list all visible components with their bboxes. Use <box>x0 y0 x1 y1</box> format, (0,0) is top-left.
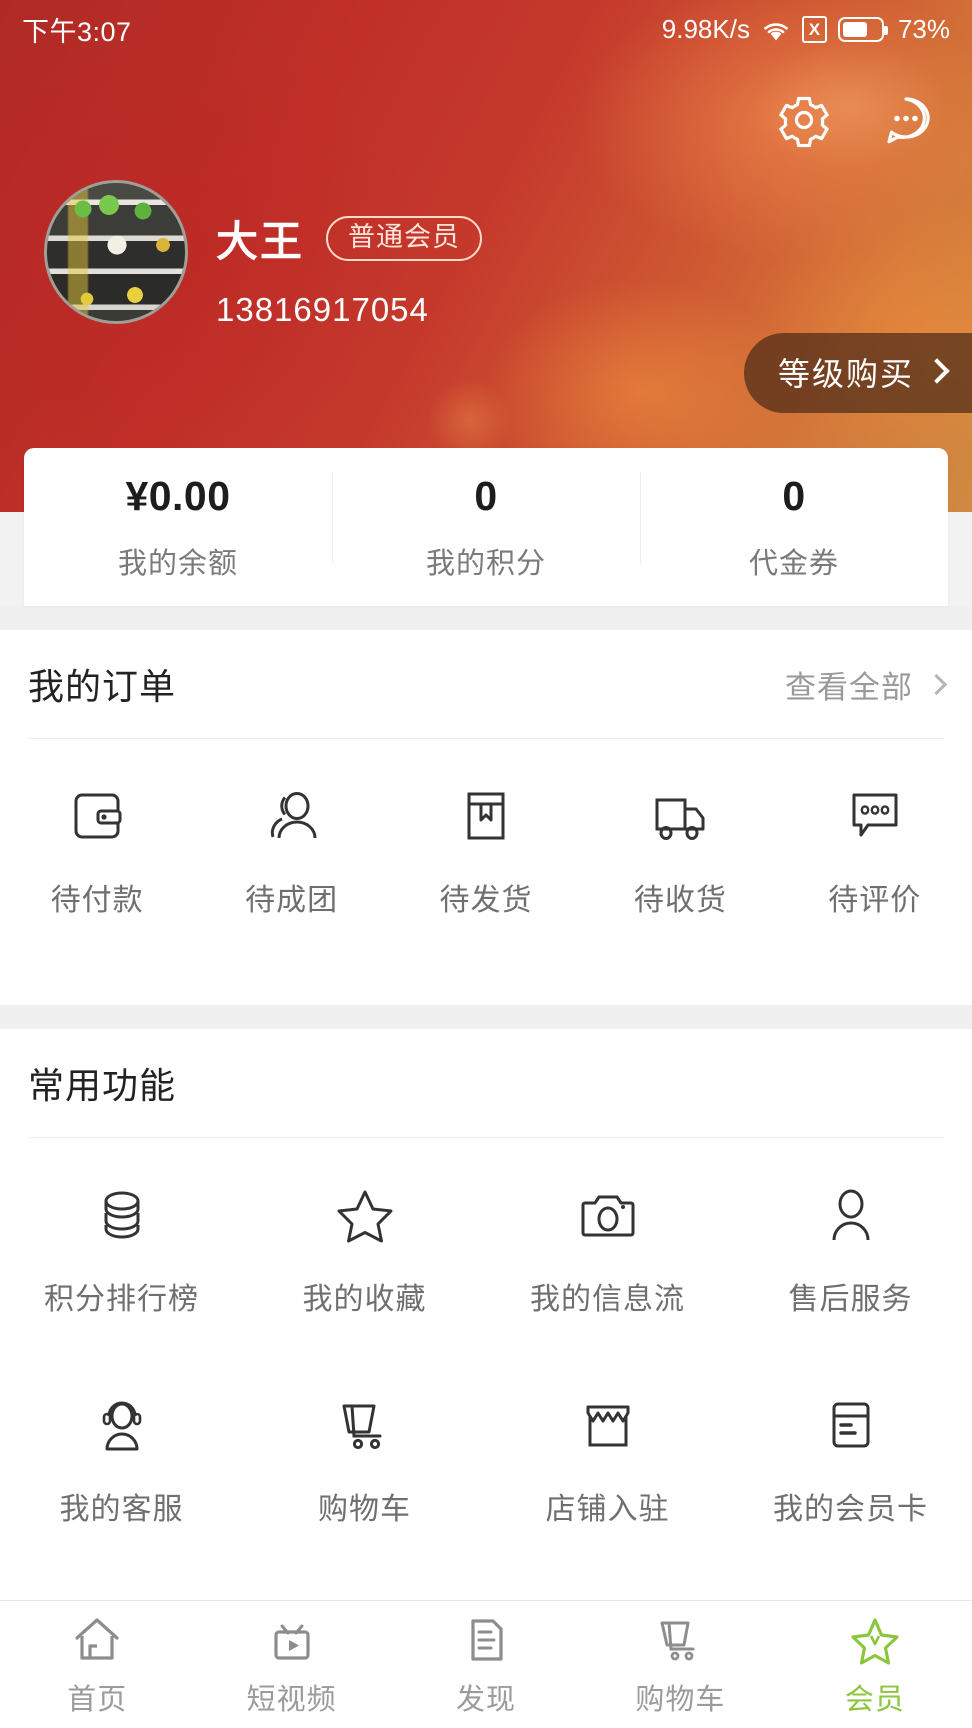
wallet-icon <box>64 783 130 849</box>
wifi-icon <box>761 18 791 41</box>
function-label: 我的信息流 <box>530 1283 685 1316</box>
functions-section: 常用功能 积分排行榜 我的收藏 我的信息流 售后服务 我的客服 购物车 店铺入驻… <box>0 1029 972 1654</box>
header-actions <box>774 90 936 150</box>
stat-balance[interactable]: ¥0.00 我的余额 <box>24 448 332 606</box>
order-status-pending-review[interactable]: 待评价 <box>778 739 972 949</box>
chevron-right-icon <box>924 358 950 384</box>
function-store-entry[interactable]: 店铺入驻 <box>486 1348 729 1558</box>
membership-card-icon <box>818 1392 884 1458</box>
order-status-label: 待收货 <box>633 884 727 917</box>
document-icon <box>458 1612 514 1668</box>
camera-icon <box>575 1182 641 1248</box>
order-status-pending-payment[interactable]: 待付款 <box>0 739 194 949</box>
function-label: 购物车 <box>318 1493 411 1526</box>
orders-section: 我的订单 查看全部 待付款 待成团 待发货 待收货 待评价 <box>0 630 972 1005</box>
stat-value: 0 <box>782 472 806 519</box>
person-icon <box>818 1182 884 1248</box>
storefront-icon <box>575 1392 641 1458</box>
function-label: 售后服务 <box>788 1283 913 1316</box>
function-my-favorites[interactable]: 我的收藏 <box>243 1138 486 1348</box>
level-purchase-label: 等级购买 <box>777 356 914 392</box>
user-phone: 13816917054 <box>216 291 429 328</box>
order-status-label: 待评价 <box>828 884 922 917</box>
bottom-navigation-bar: 首页 短视频 发现 购物车 会员 <box>0 1600 972 1728</box>
battery-icon <box>837 16 888 42</box>
orders-grid: 待付款 待成团 待发货 待收货 待评价 <box>0 739 972 949</box>
coin-stack-icon <box>89 1182 155 1248</box>
nav-item-member[interactable]: 会员 <box>778 1601 972 1728</box>
nav-item-discover[interactable]: 发现 <box>389 1601 583 1728</box>
function-label: 店铺入驻 <box>545 1493 670 1526</box>
home-icon <box>69 1612 125 1668</box>
user-name: 大王 <box>216 218 305 265</box>
avatar[interactable] <box>44 180 188 324</box>
group-people-icon <box>259 783 325 849</box>
function-membership-card[interactable]: 我的会员卡 <box>729 1348 972 1558</box>
shopping-cart-icon <box>652 1612 708 1668</box>
delivery-truck-icon <box>647 783 713 849</box>
comment-bubble-icon <box>842 783 908 849</box>
stat-value: 0 <box>474 472 498 519</box>
function-label: 我的会员卡 <box>773 1493 928 1526</box>
function-shopping-cart[interactable]: 购物车 <box>243 1348 486 1558</box>
function-my-support[interactable]: 我的客服 <box>0 1348 243 1558</box>
shopping-cart-icon <box>332 1392 398 1458</box>
function-points-ranking[interactable]: 积分排行榜 <box>0 1138 243 1348</box>
sim-disabled-icon: X <box>801 15 827 43</box>
user-profile[interactable]: 大王 普通会员 13816917054 <box>44 180 483 329</box>
order-status-pending-shipment[interactable]: 待发货 <box>389 739 583 949</box>
stat-label: 代金券 <box>748 547 839 580</box>
function-label: 我的收藏 <box>302 1283 427 1316</box>
order-status-label: 待成团 <box>245 884 339 917</box>
nav-item-label: 购物车 <box>635 1683 726 1716</box>
tv-play-icon <box>264 1612 320 1668</box>
stat-label: 我的积分 <box>425 547 546 580</box>
order-status-label: 待付款 <box>50 884 144 917</box>
section-gap <box>0 606 972 630</box>
status-bar: 下午3:07 9.98K/s X 73% <box>0 0 972 58</box>
nav-item-label: 短视频 <box>246 1683 337 1716</box>
order-status-label: 待发货 <box>439 884 533 917</box>
section-gap <box>0 1005 972 1029</box>
function-my-feed[interactable]: 我的信息流 <box>486 1138 729 1348</box>
nav-item-label: 会员 <box>844 1683 905 1716</box>
nav-item-label: 首页 <box>67 1683 128 1716</box>
stat-vouchers[interactable]: 0 代金券 <box>640 448 948 606</box>
nav-item-short-video[interactable]: 短视频 <box>194 1601 388 1728</box>
orders-view-all-label: 查看全部 <box>785 669 913 705</box>
orders-view-all-link[interactable]: 查看全部 <box>785 662 948 707</box>
functions-title: 常用功能 <box>28 1065 177 1106</box>
function-label: 我的客服 <box>59 1493 184 1526</box>
order-status-pending-group[interactable]: 待成团 <box>194 739 388 949</box>
stat-label: 我的余额 <box>117 547 238 580</box>
function-label: 积分排行榜 <box>44 1283 199 1316</box>
status-bar-network-speed: 9.98K/s <box>661 13 750 44</box>
star-icon <box>847 1612 903 1668</box>
order-status-pending-receipt[interactable]: 待收货 <box>583 739 777 949</box>
profile-header-banner: 下午3:07 9.98K/s X 73% 大王 普通会员 13816917054… <box>0 0 972 512</box>
chat-bubble-icon[interactable] <box>876 90 936 150</box>
status-bar-time: 下午3:07 <box>22 16 132 47</box>
wallet-stats-card: ¥0.00 我的余额 0 我的积分 0 代金券 <box>24 448 948 606</box>
function-after-sales[interactable]: 售后服务 <box>729 1138 972 1348</box>
star-icon <box>332 1182 398 1248</box>
package-box-icon <box>453 783 519 849</box>
battery-percent-label: 73% <box>897 13 950 44</box>
orders-title: 我的订单 <box>28 666 177 707</box>
gear-icon[interactable] <box>774 90 834 150</box>
chevron-right-icon <box>925 673 948 695</box>
stat-value: ¥0.00 <box>125 472 231 519</box>
app-screen: 下午3:07 9.98K/s X 73% 大王 普通会员 13816917054… <box>0 0 972 1728</box>
nav-item-home[interactable]: 首页 <box>0 1601 194 1728</box>
member-level-badge: 普通会员 <box>326 216 483 261</box>
stat-points[interactable]: 0 我的积分 <box>332 448 640 606</box>
nav-item-cart[interactable]: 购物车 <box>583 1601 777 1728</box>
level-purchase-button[interactable]: 等级购买 <box>743 333 972 413</box>
headset-person-icon <box>89 1392 155 1458</box>
nav-item-label: 发现 <box>456 1683 517 1716</box>
